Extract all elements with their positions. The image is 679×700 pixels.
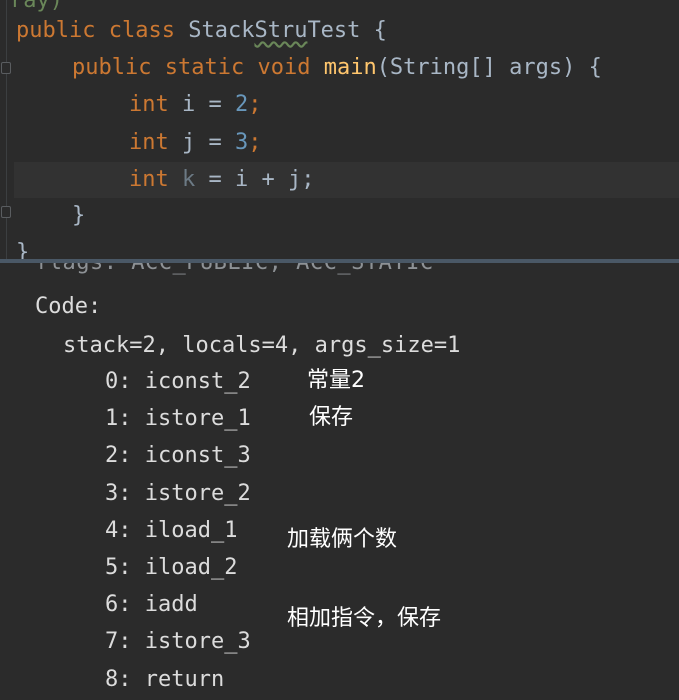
instruction-2: 2: iconst_3 [105, 443, 251, 468]
method-declaration[interactable]: public static void main(String[] args) { [72, 53, 602, 83]
partial-line: ray) [10, 0, 63, 13]
instruction-5: 5: iload_2 [105, 555, 238, 580]
stack-info: stack=2, locals=4, args_size=1 [63, 333, 461, 358]
fold-method-end-icon[interactable] [1, 206, 11, 218]
note-save: 保存 [309, 405, 354, 430]
code-editor[interactable]: ray) public class StackStruTest { public… [0, 0, 679, 261]
current-line-highlight [14, 162, 679, 198]
code-line-k[interactable]: int k = i + j; [129, 165, 314, 195]
method-close-brace: } [72, 203, 86, 228]
code-line-i[interactable]: int i = 2; [129, 90, 262, 120]
instruction-4: 4: iload_1 [105, 518, 238, 543]
fold-method-icon[interactable] [1, 62, 11, 74]
gutter [6, 0, 7, 261]
instruction-7: 7: istore_3 [105, 629, 251, 654]
note-load: 加载俩个数 [287, 527, 398, 552]
bytecode-panel: flags: ACC_PUBLIC, ACC_STATIC Code: stac… [0, 263, 679, 700]
instruction-0: 0: iconst_2 [105, 369, 251, 394]
instruction-8: 8: return [105, 667, 225, 692]
class-declaration[interactable]: public class StackStruTest { [16, 16, 387, 46]
flags-line: flags: ACC_PUBLIC, ACC_STATIC [35, 263, 434, 275]
instruction-6: 6: iadd [105, 592, 198, 617]
instruction-3: 3: istore_2 [105, 481, 251, 506]
note-add: 相加指令，保存 [287, 606, 442, 631]
class-close-brace: } [16, 240, 30, 261]
code-line-j[interactable]: int j = 3; [129, 128, 262, 158]
note-const: 常量2 [307, 368, 365, 393]
instruction-1: 1: istore_1 [105, 406, 251, 431]
code-label: Code: [35, 294, 102, 319]
